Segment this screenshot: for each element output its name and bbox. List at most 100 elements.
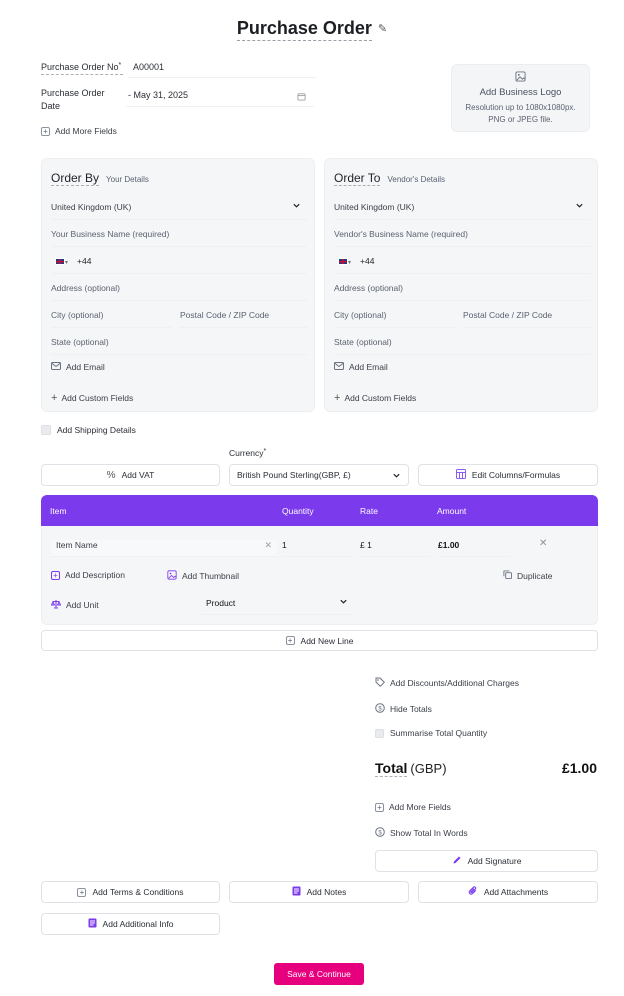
order-to-card: Order To Vendor's Details United Kingdom…: [324, 158, 598, 412]
plus-square-icon: +: [41, 126, 50, 136]
order-by-card: Order By Your Details United Kingdom (UK…: [41, 158, 315, 412]
add-additional-info-button[interactable]: Add Additional Info: [41, 913, 220, 935]
checkbox[interactable]: [375, 728, 384, 738]
order-by-add-email-button[interactable]: Add Email: [51, 362, 105, 372]
column-rate: Rate: [360, 506, 378, 516]
dollar-circle-icon: $: [375, 703, 385, 715]
order-by-city-input[interactable]: City (optional): [51, 310, 171, 328]
remove-row-icon[interactable]: ✕: [539, 538, 547, 549]
page-title[interactable]: Purchase Order: [236, 18, 372, 41]
order-to-country-select[interactable]: United Kingdom (UK): [334, 202, 590, 220]
scale-icon: [50, 599, 62, 611]
add-vat-button[interactable]: % Add VAT: [41, 464, 220, 486]
notes-icon: [292, 886, 301, 898]
order-by-country-select[interactable]: United Kingdom (UK): [51, 202, 307, 220]
plus-square-icon: +: [51, 570, 60, 580]
plus-square-icon: +: [285, 636, 295, 645]
order-by-title: Order By: [51, 171, 100, 186]
po-number-label: Purchase Order No*: [41, 62, 123, 75]
items-table-header: Item Quantity Rate Amount: [41, 495, 598, 526]
mail-icon: [334, 362, 344, 372]
order-to-city-input[interactable]: City (optional): [334, 310, 454, 328]
order-by-postal-input[interactable]: Postal Code / ZIP Code: [180, 310, 307, 328]
currency-label: Currency*: [229, 448, 267, 458]
order-to-subtitle: Vendor's Details: [387, 175, 446, 184]
pen-icon: [452, 855, 462, 867]
add-terms-button[interactable]: + Add Terms & Conditions: [41, 881, 220, 903]
uk-flag-icon[interactable]: ▾: [338, 256, 351, 266]
item-name-input[interactable]: Item Name ✕: [51, 540, 277, 557]
total-label: Total (GBP): [375, 760, 447, 777]
add-notes-button[interactable]: Add Notes: [229, 881, 409, 903]
plus-square-icon: +: [77, 887, 87, 897]
add-attachments-button[interactable]: Add Attachments: [418, 881, 598, 903]
quantity-input[interactable]: 1: [282, 540, 352, 557]
checkbox[interactable]: [41, 425, 51, 435]
hide-totals-button[interactable]: $ Hide Totals: [375, 703, 432, 715]
image-icon: [452, 71, 589, 84]
tag-icon: [375, 677, 386, 689]
order-to-title: Order To: [334, 171, 381, 186]
order-to-phone-input[interactable]: ▾ +44: [334, 256, 590, 274]
show-total-in-words-button[interactable]: $ Show Total In Words: [375, 827, 468, 839]
info-doc-icon: [88, 918, 97, 930]
table-row: Item Name ✕ 1 £ 1 £1.00 ✕ + Add Descript…: [41, 526, 598, 625]
order-by-address-input[interactable]: Address (optional): [51, 283, 307, 301]
chevron-down-icon: [392, 471, 401, 482]
duplicate-button[interactable]: Duplicate: [503, 570, 552, 581]
rate-input[interactable]: £ 1: [360, 540, 430, 557]
order-to-state-input[interactable]: State (optional): [334, 337, 590, 355]
copy-icon: [503, 570, 512, 581]
edit-columns-button[interactable]: Edit Columns/Formulas: [418, 464, 598, 486]
chevron-down-icon: [575, 201, 584, 212]
order-to-business-name-input[interactable]: Vendor's Business Name (required): [334, 229, 590, 247]
add-shipping-details-checkbox[interactable]: Add Shipping Details: [41, 425, 136, 435]
add-unit-button[interactable]: Add Unit: [50, 599, 99, 611]
total-value: £1.00: [561, 760, 597, 776]
dollar-circle-icon: $: [375, 827, 385, 839]
order-to-add-custom-fields-button[interactable]: + Add Custom Fields: [334, 392, 416, 404]
order-by-subtitle: Your Details: [106, 175, 149, 184]
page-title-wrap: Purchase Order ✎: [0, 18, 624, 41]
image-icon: [167, 570, 177, 582]
order-by-state-input[interactable]: State (optional): [51, 337, 307, 355]
order-to-add-email-button[interactable]: Add Email: [334, 362, 388, 372]
add-thumbnail-button[interactable]: Add Thumbnail: [167, 570, 239, 582]
chevron-down-icon: [339, 597, 348, 608]
order-by-add-custom-fields-button[interactable]: + Add Custom Fields: [51, 392, 133, 404]
table-icon: [455, 469, 466, 481]
po-number-input[interactable]: A00001: [128, 62, 316, 78]
order-to-postal-input[interactable]: Postal Code / ZIP Code: [463, 310, 590, 328]
calendar-icon[interactable]: [296, 91, 306, 101]
save-continue-button[interactable]: Save & Continue: [274, 963, 364, 985]
uk-flag-icon[interactable]: ▾: [55, 256, 68, 266]
paperclip-icon: [468, 886, 478, 898]
add-description-button[interactable]: + Add Description: [51, 570, 125, 580]
totals-add-more-fields-button[interactable]: + Add More Fields: [375, 802, 451, 812]
add-new-line-button[interactable]: + Add New Line: [41, 630, 598, 651]
summarise-quantity-checkbox[interactable]: Summarise Total Quantity: [375, 728, 487, 738]
mail-icon: [51, 362, 61, 372]
column-item: Item: [50, 506, 67, 516]
order-by-phone-input[interactable]: ▾ +44: [51, 256, 307, 274]
add-discounts-button[interactable]: Add Discounts/Additional Charges: [375, 677, 519, 689]
po-date-input[interactable]: - May 31, 2025: [126, 90, 314, 107]
business-logo-upload[interactable]: Add Business Logo Resolution up to 1080x…: [451, 64, 590, 132]
add-signature-button[interactable]: Add Signature: [375, 850, 598, 872]
chevron-down-icon: [292, 201, 301, 212]
unit-select[interactable]: Product: [202, 598, 352, 615]
percent-icon: %: [106, 469, 116, 481]
clear-icon[interactable]: ✕: [264, 540, 272, 551]
plus-icon: +: [51, 392, 58, 404]
po-date-label: Purchase Order Date: [41, 88, 105, 111]
column-quantity: Quantity: [282, 506, 314, 516]
currency-select[interactable]: British Pound Sterling(GBP, £): [229, 464, 409, 486]
plus-square-icon: +: [375, 802, 384, 812]
edit-pencil-icon[interactable]: ✎: [378, 22, 387, 35]
plus-icon: +: [334, 392, 341, 404]
column-amount: Amount: [437, 506, 467, 516]
order-by-business-name-input[interactable]: Your Business Name (required): [51, 229, 307, 247]
add-more-fields-button[interactable]: + Add More Fields: [41, 126, 117, 136]
order-to-address-input[interactable]: Address (optional): [334, 283, 590, 301]
amount-value: £1.00: [438, 540, 510, 557]
